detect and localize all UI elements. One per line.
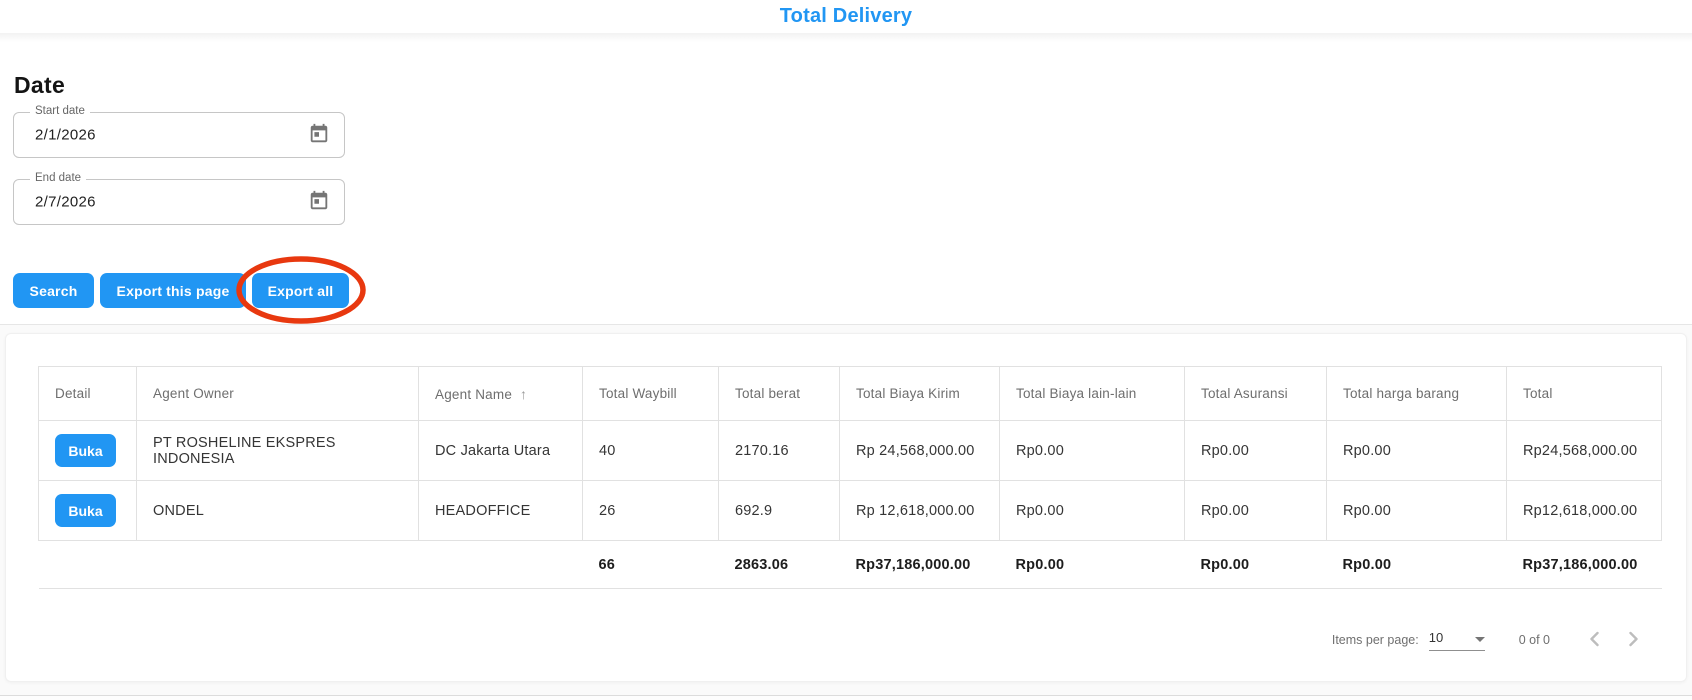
actions-toolbar: Search Export this page Export all bbox=[13, 273, 349, 308]
cell-total-waybill: 40 bbox=[582, 420, 719, 481]
table-row: Buka PT ROSHELINE EKSPRES INDONESIA DC J… bbox=[38, 420, 1662, 481]
col-header-total-berat[interactable]: Total berat bbox=[718, 366, 840, 421]
footer-total-biaya-lain: Rp0.00 bbox=[999, 540, 1185, 589]
cell-agent-owner: PT ROSHELINE EKSPRES INDONESIA bbox=[136, 420, 419, 481]
cell-agent-name: DC Jakarta Utara bbox=[418, 420, 583, 481]
cell-total-asuransi: Rp0.00 bbox=[1184, 480, 1327, 541]
page-title: Total Delivery bbox=[779, 5, 913, 27]
export-this-page-button[interactable]: Export this page bbox=[100, 273, 246, 308]
col-header-detail: Detail bbox=[38, 366, 137, 421]
cell-total-asuransi: Rp0.00 bbox=[1184, 420, 1327, 481]
col-header-agent-owner[interactable]: Agent Owner bbox=[136, 366, 419, 421]
cell-agent-owner: ONDEL bbox=[136, 480, 419, 541]
page-size-select[interactable]: 10 bbox=[1428, 629, 1485, 651]
start-date-value[interactable]: 2/1/2026 bbox=[35, 127, 96, 144]
start-date-label: Start date bbox=[30, 105, 90, 117]
end-date-value[interactable]: 2/7/2026 bbox=[35, 194, 96, 211]
footer-total: Rp37,186,000.00 bbox=[1506, 540, 1662, 589]
cell-total: Rp24,568,000.00 bbox=[1506, 420, 1662, 481]
col-header-agent-name[interactable]: Agent Name ↑ bbox=[418, 366, 583, 421]
end-date-field[interactable]: End date 2/7/2026 bbox=[13, 172, 345, 225]
cell-total-harga-barang: Rp0.00 bbox=[1326, 420, 1507, 481]
col-header-total-harga-barang[interactable]: Total harga barang bbox=[1326, 366, 1507, 421]
col-header-total-biaya-kirim[interactable]: Total Biaya Kirim bbox=[839, 366, 1000, 421]
export-all-button[interactable]: Export all bbox=[252, 273, 349, 308]
footer-total-biaya-kirim: Rp37,186,000.00 bbox=[839, 540, 1000, 589]
table-header-row: Detail Agent Owner Agent Name ↑ Total Way… bbox=[38, 366, 1662, 421]
detail-buka-button[interactable]: Buka bbox=[55, 434, 116, 467]
top-bar-shadow bbox=[0, 33, 1692, 42]
footer-total-asuransi: Rp0.00 bbox=[1184, 540, 1327, 589]
search-button[interactable]: Search bbox=[13, 273, 94, 308]
cell-agent-name: HEADOFFICE bbox=[418, 480, 583, 541]
cell-total: Rp12,618,000.00 bbox=[1506, 480, 1662, 541]
calendar-icon bbox=[308, 123, 330, 148]
col-header-total[interactable]: Total bbox=[1506, 366, 1662, 421]
top-bar: Total Delivery bbox=[0, 0, 1692, 33]
cell-total-berat: 2170.16 bbox=[718, 420, 840, 481]
sort-asc-icon: ↑ bbox=[520, 385, 528, 402]
chevron-right-icon bbox=[1621, 627, 1645, 654]
delivery-table: Detail Agent Owner Agent Name ↑ Total Way… bbox=[38, 366, 1662, 589]
calendar-icon bbox=[308, 190, 330, 215]
previous-page-button[interactable] bbox=[1576, 621, 1614, 659]
detail-buka-button[interactable]: Buka bbox=[55, 494, 116, 527]
start-date-picker-button[interactable] bbox=[306, 122, 332, 148]
col-header-total-biaya-lain[interactable]: Total Biaya lain-lain bbox=[999, 366, 1185, 421]
next-page-button[interactable] bbox=[1614, 621, 1652, 659]
cell-total-berat: 692.9 bbox=[718, 480, 840, 541]
report-section: Detail Agent Owner Agent Name ↑ Total Way… bbox=[0, 325, 1692, 700]
footer-total-waybill: 66 bbox=[582, 540, 719, 589]
end-date-label: End date bbox=[30, 172, 87, 184]
cell-total-biaya-lain: Rp0.00 bbox=[999, 480, 1185, 541]
table-totals-row: 66 2863.06 Rp37,186,000.00 Rp0.00 Rp0.00… bbox=[38, 540, 1662, 589]
report-card: Detail Agent Owner Agent Name ↑ Total Way… bbox=[5, 333, 1687, 682]
cell-total-waybill: 26 bbox=[582, 480, 719, 541]
end-date-picker-button[interactable] bbox=[306, 189, 332, 215]
page-size-value: 10 bbox=[1428, 629, 1444, 645]
chevron-left-icon bbox=[1583, 627, 1607, 654]
cell-total-biaya-lain: Rp0.00 bbox=[999, 420, 1185, 481]
paginator-range-label: 0 of 0 bbox=[1518, 633, 1550, 647]
items-per-page-label: Items per page: bbox=[1331, 633, 1419, 647]
start-date-field[interactable]: Start date 2/1/2026 bbox=[13, 105, 345, 158]
col-header-total-waybill[interactable]: Total Waybill bbox=[582, 366, 719, 421]
date-section-title: Date bbox=[14, 72, 66, 98]
bottom-strip bbox=[0, 696, 1692, 700]
col-header-total-asuransi[interactable]: Total Asuransi bbox=[1184, 366, 1327, 421]
table-row: Buka ONDEL HEADOFFICE 26 692.9 Rp 12,618… bbox=[38, 480, 1662, 541]
paginator: Items per page: 10 0 of 0 bbox=[1332, 621, 1652, 659]
col-header-agent-name-label: Agent Name bbox=[435, 386, 513, 402]
footer-total-berat: 2863.06 bbox=[718, 540, 840, 589]
footer-total-harga-barang: Rp0.00 bbox=[1326, 540, 1507, 589]
cell-total-biaya-kirim: Rp 12,618,000.00 bbox=[839, 480, 1000, 541]
chevron-down-icon bbox=[1474, 636, 1485, 642]
cell-total-biaya-kirim: Rp 24,568,000.00 bbox=[839, 420, 1000, 481]
cell-total-harga-barang: Rp0.00 bbox=[1326, 480, 1507, 541]
